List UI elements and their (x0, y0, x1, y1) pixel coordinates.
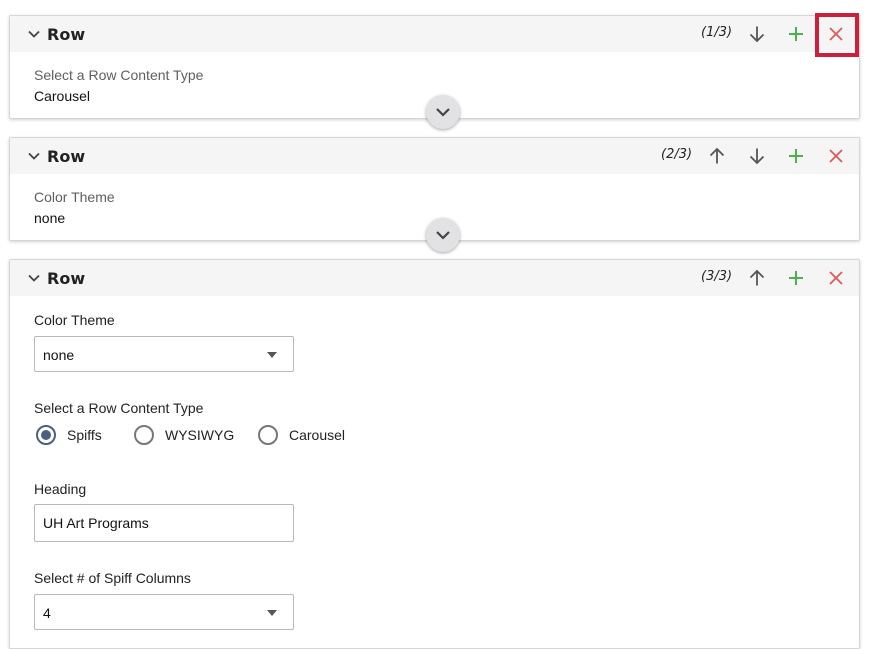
row-header[interactable]: Row (1/3) (10, 16, 859, 52)
move-down-button[interactable] (747, 146, 767, 166)
caret-down-icon (267, 610, 277, 616)
move-down-button[interactable] (747, 24, 767, 44)
summary-label: Select a Row Content Type (34, 67, 204, 83)
radio-checked-icon (36, 425, 56, 445)
radio-label: Spiffs (67, 427, 102, 443)
spiff-columns-select[interactable]: 4 (34, 594, 294, 630)
add-row-button[interactable] (786, 24, 806, 44)
arrow-down-icon (749, 26, 765, 43)
plus-icon (789, 27, 803, 41)
row-panel-3: Row (3/3) Color Theme none Select a Row … (9, 259, 860, 649)
chevron-down-icon[interactable] (27, 149, 41, 163)
heading-input[interactable] (34, 504, 294, 542)
summary-label: Color Theme (34, 189, 115, 205)
color-theme-value: none (43, 347, 75, 363)
heading-label: Heading (34, 481, 87, 497)
radio-unchecked-icon (134, 425, 154, 445)
row-header[interactable]: Row (3/3) (10, 260, 859, 296)
remove-row-button[interactable] (826, 268, 846, 288)
expand-row-button[interactable] (426, 218, 460, 252)
plus-icon (789, 149, 803, 163)
spiff-columns-value: 4 (43, 605, 51, 621)
chevron-down-icon (436, 231, 450, 240)
color-theme-label: Color Theme (34, 312, 115, 328)
summary-value: none (34, 210, 66, 226)
color-theme-select[interactable]: none (34, 336, 294, 372)
arrow-down-icon (749, 148, 765, 165)
arrow-up-icon (749, 269, 765, 286)
radio-label: Carousel (289, 427, 346, 443)
remove-row-button[interactable] (826, 24, 846, 44)
move-up-button[interactable] (707, 146, 727, 166)
close-icon (829, 27, 843, 41)
radio-label: WYSIWYG (165, 427, 235, 443)
spiff-columns-label: Select # of Spiff Columns (34, 570, 191, 586)
caret-down-icon (267, 352, 277, 358)
add-row-button[interactable] (786, 146, 806, 166)
row-title: Row (47, 25, 86, 44)
content-type-label: Select a Row Content Type (34, 400, 204, 416)
row-title: Row (47, 269, 86, 288)
chevron-down-icon[interactable] (27, 27, 41, 41)
add-row-button[interactable] (786, 268, 806, 288)
row-counter: (2/3) (661, 147, 693, 162)
row-counter: (3/3) (701, 269, 733, 284)
row-header[interactable]: Row (2/3) (10, 138, 859, 174)
move-up-button[interactable] (747, 268, 767, 288)
radio-unchecked-icon (258, 425, 278, 445)
chevron-down-icon[interactable] (27, 271, 41, 285)
row-title: Row (47, 147, 86, 166)
chevron-down-icon (436, 108, 450, 117)
remove-row-button[interactable] (826, 146, 846, 166)
row-counter: (1/3) (701, 25, 733, 40)
summary-value: Carousel (34, 88, 91, 104)
close-icon (829, 149, 843, 163)
content-type-radio-group: Spiffs WYSIWYG Carousel (36, 425, 436, 449)
expand-row-button[interactable] (426, 95, 460, 129)
close-icon (829, 271, 843, 285)
plus-icon (789, 271, 803, 285)
arrow-up-icon (709, 147, 725, 164)
